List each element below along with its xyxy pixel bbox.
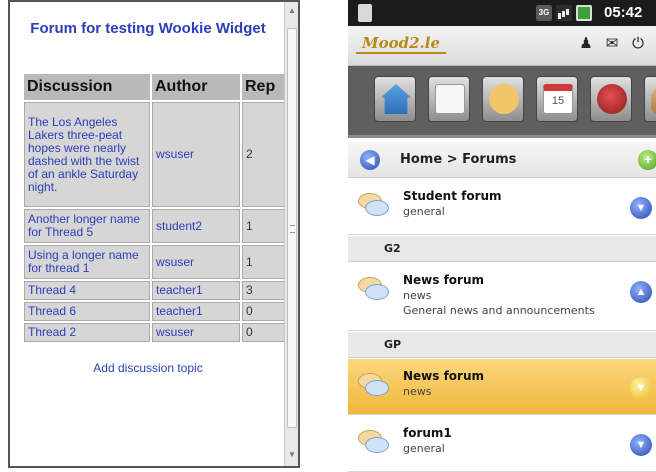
thread-link[interactable]: Thread 2 — [24, 323, 150, 342]
chat-icon — [489, 84, 519, 114]
sd-card-icon — [358, 4, 372, 22]
expand-down-icon[interactable]: ▼ — [630, 197, 652, 219]
nav-tile-forums[interactable] — [482, 76, 524, 122]
status-bar: 3G 05:42 — [348, 0, 656, 26]
forum-type: general — [403, 205, 445, 218]
nav-tile-page[interactable] — [428, 76, 470, 122]
scroll-down-icon[interactable]: ▼ — [287, 450, 297, 460]
thread-author[interactable]: wsuser — [152, 323, 240, 342]
column-header-discussion[interactable]: Discussion — [24, 74, 150, 100]
thread-author[interactable]: teacher1 — [152, 302, 240, 321]
person-icon — [651, 84, 656, 114]
list-item-forum[interactable]: Student forum general ▼ — [348, 179, 656, 235]
expand-down-icon[interactable]: ▼ — [630, 434, 652, 456]
forum-bubble-icon — [358, 193, 389, 217]
collapse-up-icon[interactable]: ▲ — [630, 281, 652, 303]
widget-content: Forum for testing Wookie Widget Discussi… — [10, 2, 286, 466]
forum-name: forum1 — [403, 426, 452, 440]
person-icon[interactable]: ♟ — [578, 35, 594, 53]
scroll-thumb[interactable] — [287, 28, 297, 428]
wookie-widget-panel: Forum for testing Wookie Widget Discussi… — [8, 0, 300, 468]
back-arrow-icon[interactable]: ◀ — [360, 150, 380, 170]
forum-type: news — [403, 289, 432, 302]
thread-replies: 0 — [242, 323, 286, 342]
table-row: Another longer name for Thread 5 student… — [24, 209, 286, 243]
add-discussion-topic-link[interactable]: Add discussion topic — [10, 361, 286, 375]
forum-name: News forum — [403, 273, 485, 287]
group-label: GP — [384, 338, 402, 351]
nav-tile-home[interactable] — [374, 76, 416, 122]
mail-icon[interactable]: ✉ — [604, 35, 620, 53]
list-item-forum[interactable]: forum1 general ▼ — [348, 416, 656, 472]
scroll-up-icon[interactable]: ▲ — [287, 6, 297, 16]
group-header: G2 — [348, 236, 656, 262]
thread-link[interactable]: Using a longer name for thread 1 — [24, 245, 150, 279]
thread-author[interactable]: teacher1 — [152, 281, 240, 300]
forum-bubble-icon — [358, 373, 389, 397]
power-icon[interactable]: ⏻ — [630, 35, 646, 53]
forum-bubble-icon — [358, 430, 389, 454]
thread-replies: 1 — [242, 209, 286, 243]
table-row: Using a longer name for thread 1 wsuser … — [24, 245, 286, 279]
thread-author[interactable]: student2 — [152, 209, 240, 243]
badge-icon — [597, 84, 627, 114]
thread-link[interactable]: The Los Angeles Lakers three-peat hopes … — [24, 102, 150, 207]
thread-replies: 1 — [242, 245, 286, 279]
network-type-icon: 3G — [536, 5, 552, 21]
forum-name: News forum — [403, 369, 485, 383]
signal-icon — [556, 5, 572, 21]
column-header-replies[interactable]: Rep — [242, 74, 286, 100]
thread-author[interactable]: wsuser — [152, 245, 240, 279]
discussion-table: Discussion Author Rep The Los Angeles La… — [22, 72, 286, 344]
grip-icon — [290, 225, 295, 233]
android-phone-screen: 3G 05:42 Mood2.le ♟ ✉ ⏻ 15 ◀ Home > Foru… — [348, 0, 656, 472]
thread-link[interactable]: Another longer name for Thread 5 — [24, 209, 150, 243]
home-icon — [381, 84, 411, 114]
table-row: Thread 2 wsuser 0 — [24, 323, 286, 342]
breadcrumb: Home > Forums — [400, 152, 517, 167]
widget-title: Forum for testing Wookie Widget — [30, 20, 266, 37]
nav-icon-bar: 15 — [348, 66, 656, 138]
calendar-icon: 15 — [543, 84, 573, 114]
thread-author[interactable]: wsuser — [152, 102, 240, 207]
battery-icon — [576, 5, 592, 21]
thread-link[interactable]: Thread 6 — [24, 302, 150, 321]
forum-type: general — [403, 442, 445, 455]
group-header: GP — [348, 332, 656, 358]
thread-link[interactable]: Thread 4 — [24, 281, 150, 300]
forum-type: news — [403, 385, 432, 398]
app-logo: Mood2.le — [356, 34, 447, 54]
list-item-forum-selected[interactable]: News forum news ▼ — [348, 359, 656, 415]
app-header: Mood2.le ♟ ✉ ⏻ — [348, 26, 656, 66]
thread-replies: 2 — [242, 102, 286, 207]
thread-replies: 0 — [242, 302, 286, 321]
column-header-author[interactable]: Author — [152, 74, 240, 100]
thread-replies: 3 — [242, 281, 286, 300]
expand-down-icon[interactable]: ▼ — [630, 377, 652, 399]
widget-scrollbar[interactable]: ▲ ▼ — [284, 2, 298, 466]
nav-tile-calendar[interactable]: 15 — [536, 76, 578, 122]
table-header-row: Discussion Author Rep — [24, 74, 286, 100]
forum-name: Student forum — [403, 189, 502, 203]
group-label: G2 — [384, 242, 401, 255]
list-item-forum[interactable]: News forum news General news and announc… — [348, 263, 656, 331]
status-icons: 3G — [536, 5, 592, 21]
forum-description: General news and announcements — [403, 304, 595, 317]
add-forum-button[interactable]: + — [638, 150, 656, 170]
forum-bubble-icon — [358, 277, 389, 301]
header-actions: ♟ ✉ ⏻ — [578, 35, 646, 53]
nav-tile-badges[interactable] — [590, 76, 632, 122]
table-row: The Los Angeles Lakers three-peat hopes … — [24, 102, 286, 207]
status-time: 05:42 — [604, 4, 643, 21]
nav-tile-profile[interactable] — [644, 76, 656, 122]
table-row: Thread 6 teacher1 0 — [24, 302, 286, 321]
table-row: Thread 4 teacher1 3 — [24, 281, 286, 300]
breadcrumb-bar: ◀ Home > Forums + — [348, 142, 656, 178]
page-icon — [435, 84, 465, 114]
